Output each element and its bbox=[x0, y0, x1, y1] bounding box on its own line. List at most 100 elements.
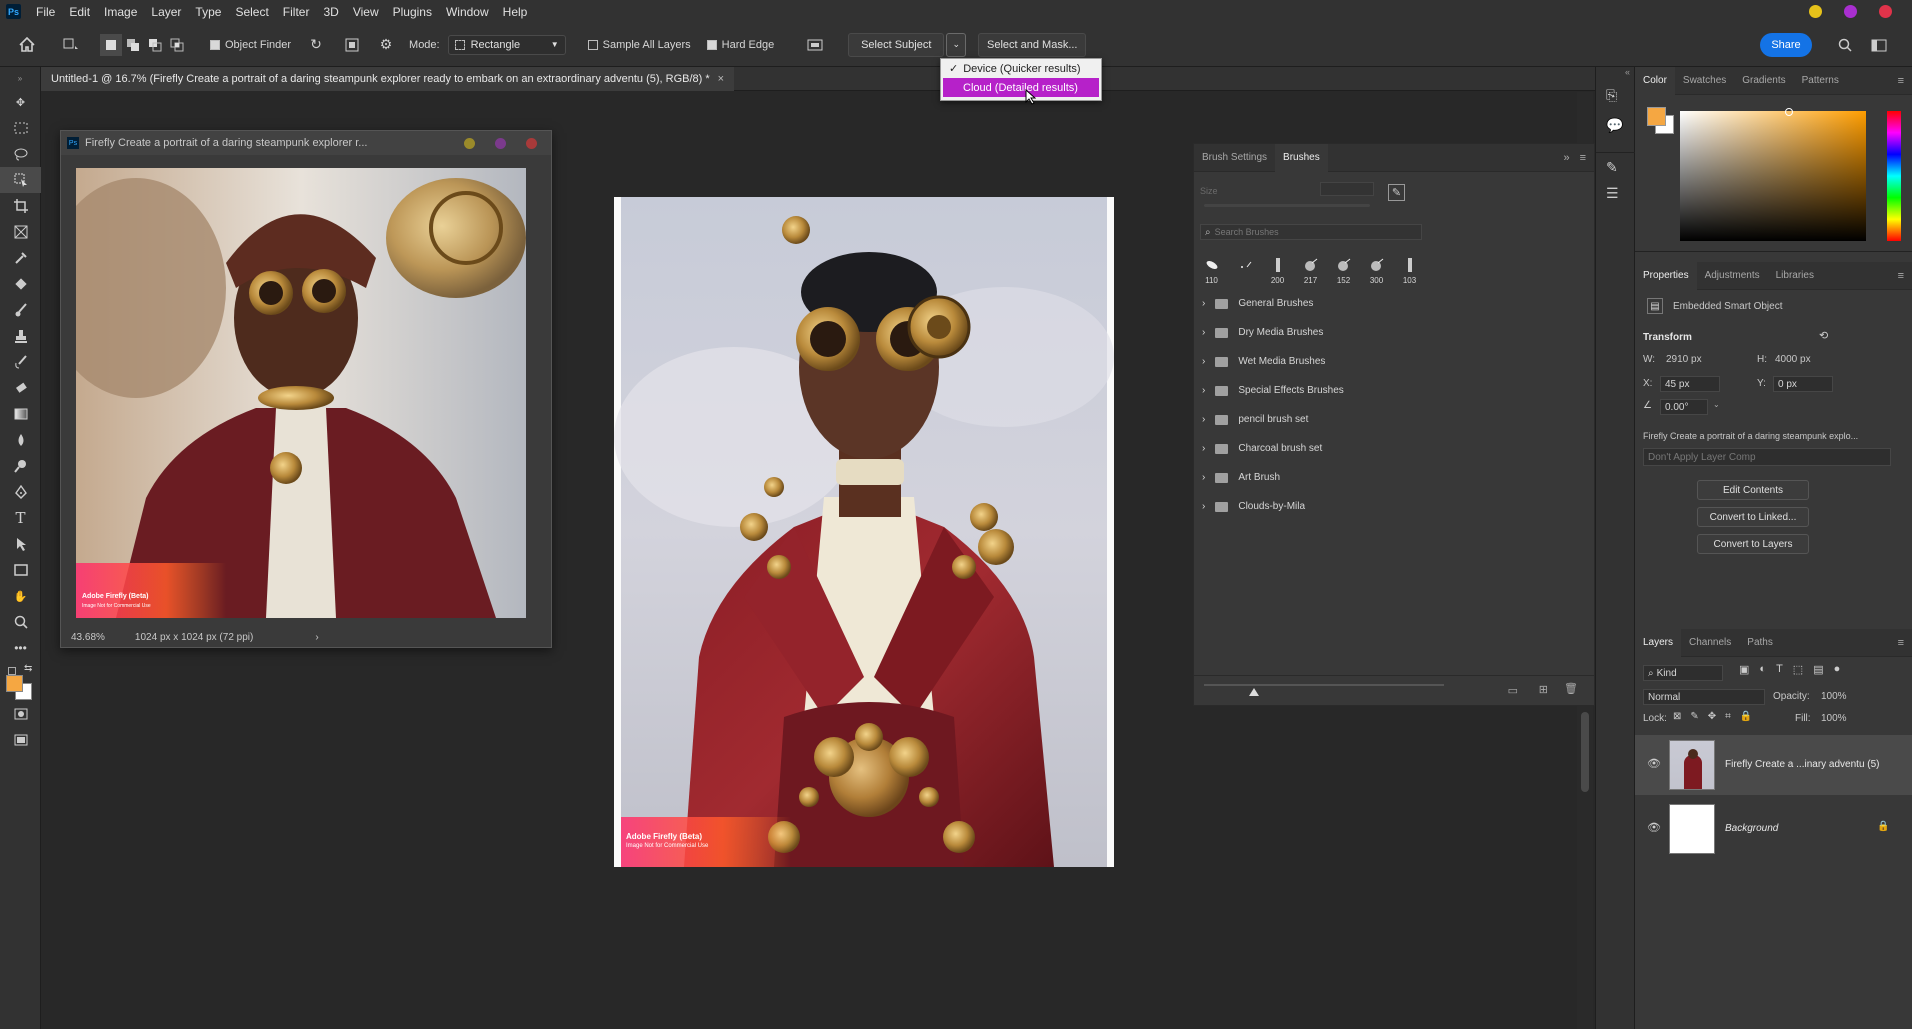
filter-pixel-icon[interactable]: ▣ bbox=[1739, 663, 1749, 676]
collapse-icon[interactable]: » bbox=[0, 67, 40, 89]
brush-preset[interactable] bbox=[1231, 256, 1258, 289]
close-button[interactable] bbox=[1879, 5, 1892, 18]
float-close-button[interactable] bbox=[526, 137, 537, 149]
brush-folder-special-effects[interactable]: › Special Effects Brushes bbox=[1194, 376, 1594, 405]
new-folder-icon[interactable]: ▭ bbox=[1508, 684, 1518, 697]
tab-color[interactable]: Color bbox=[1635, 66, 1675, 95]
lasso-tool-icon[interactable] bbox=[0, 141, 41, 167]
panel-menu-icon[interactable]: ≡ bbox=[1580, 152, 1586, 164]
menu-image[interactable]: Image bbox=[97, 5, 144, 19]
brush-settings-icon[interactable]: ✎ bbox=[1606, 159, 1618, 176]
lock-all-icon[interactable]: 🔒 bbox=[1740, 711, 1752, 722]
close-tab-icon[interactable]: × bbox=[718, 73, 724, 85]
workspace-icon[interactable] bbox=[1868, 34, 1890, 56]
hard-edge-toggle[interactable]: Hard Edge bbox=[706, 39, 774, 51]
select-subject-button[interactable]: Select Subject bbox=[848, 32, 945, 57]
menu-select[interactable]: Select bbox=[228, 5, 275, 19]
x-field[interactable]: 45 px bbox=[1660, 376, 1720, 392]
lock-position-icon[interactable]: ✥ bbox=[1708, 711, 1716, 722]
menu-view[interactable]: View bbox=[346, 5, 386, 19]
tab-adjustments[interactable]: Adjustments bbox=[1697, 262, 1768, 290]
rectangle-tool-icon[interactable] bbox=[0, 557, 41, 583]
intersect-selection-icon[interactable] bbox=[166, 34, 188, 56]
brushes-icon[interactable]: ☰ bbox=[1606, 185, 1619, 202]
blur-tool-icon[interactable] bbox=[0, 427, 41, 453]
fg-color-chip[interactable] bbox=[1647, 107, 1666, 126]
convert-to-layers-button[interactable]: Convert to Layers bbox=[1697, 534, 1809, 554]
menu-plugins[interactable]: Plugins bbox=[386, 5, 439, 19]
size-slider[interactable] bbox=[1204, 204, 1370, 207]
tab-brush-settings[interactable]: Brush Settings bbox=[1194, 144, 1275, 172]
brush-folder-art[interactable]: › Art Brush bbox=[1194, 463, 1594, 492]
filter-toggle-icon[interactable]: ● bbox=[1834, 663, 1841, 676]
tool-preset-icon[interactable] bbox=[60, 34, 82, 56]
quick-mask-icon[interactable] bbox=[0, 701, 41, 727]
tab-layers[interactable]: Layers bbox=[1635, 628, 1682, 657]
brush-folder-dry-media[interactable]: › Dry Media Brushes bbox=[1194, 318, 1594, 347]
chevron-down-icon[interactable]: ⌄ bbox=[1713, 400, 1720, 409]
clone-stamp-icon[interactable] bbox=[0, 323, 41, 349]
document-tab[interactable]: Untitled-1 @ 16.7% (Firefly Create a por… bbox=[41, 67, 735, 91]
h-value[interactable]: 4000 px bbox=[1775, 354, 1811, 365]
add-selection-icon[interactable] bbox=[122, 34, 144, 56]
brush-preset[interactable]: 300 bbox=[1363, 256, 1390, 289]
blend-mode-select[interactable]: Normal bbox=[1643, 689, 1765, 705]
select-and-mask-button[interactable]: Select and Mask... bbox=[978, 32, 1087, 57]
filter-smart-object-icon[interactable]: ▤ bbox=[1813, 663, 1823, 676]
tab-swatches[interactable]: Swatches bbox=[1675, 67, 1734, 95]
brush-preset[interactable]: 200 bbox=[1264, 256, 1291, 289]
gradient-tool-icon[interactable] bbox=[0, 401, 41, 427]
hand-tool-icon[interactable]: ✋ bbox=[0, 583, 41, 609]
menu-filter[interactable]: Filter bbox=[276, 5, 317, 19]
sample-all-layers-checkbox[interactable] bbox=[587, 39, 598, 50]
hard-edge-checkbox[interactable] bbox=[706, 39, 717, 50]
angle-field[interactable]: 0.00° bbox=[1660, 399, 1708, 415]
canvas-document[interactable]: Adobe Firefly (Beta) Image Not for Comme… bbox=[614, 197, 1114, 867]
cloud-option[interactable]: Cloud (Detailed results) bbox=[943, 78, 1099, 97]
panel-menu-icon[interactable]: ≡ bbox=[1898, 75, 1904, 87]
layer-comp-select[interactable]: Don't Apply Layer Comp bbox=[1643, 448, 1891, 466]
search-brushes-input[interactable]: ⌕ Search Brushes bbox=[1200, 224, 1422, 240]
tab-libraries[interactable]: Libraries bbox=[1768, 262, 1822, 290]
minimize-button[interactable] bbox=[1809, 5, 1822, 18]
collapse-panel-icon[interactable]: » bbox=[1563, 152, 1569, 164]
device-option[interactable]: ✓ Device (Quicker results) bbox=[941, 59, 1101, 78]
move-tool-icon[interactable]: ✥ bbox=[0, 89, 41, 115]
menu-layer[interactable]: Layer bbox=[144, 5, 188, 19]
refresh-icon[interactable]: ↻ bbox=[305, 34, 327, 56]
enhance-icon[interactable] bbox=[804, 34, 826, 56]
brush-folder-charcoal[interactable]: › Charcoal brush set bbox=[1194, 434, 1594, 463]
tab-patterns[interactable]: Patterns bbox=[1794, 67, 1847, 95]
tab-brushes[interactable]: Brushes bbox=[1275, 143, 1328, 172]
menu-help[interactable]: Help bbox=[496, 5, 535, 19]
color-picker-handle[interactable] bbox=[1785, 108, 1793, 116]
crop-tool-icon[interactable] bbox=[0, 193, 41, 219]
sample-all-layers-toggle[interactable]: Sample All Layers bbox=[587, 39, 691, 51]
object-finder-checkbox[interactable] bbox=[210, 39, 220, 50]
pen-tool-icon[interactable] bbox=[0, 479, 41, 505]
marquee-tool-icon[interactable] bbox=[0, 115, 41, 141]
visibility-eye-icon[interactable]: 👁 bbox=[1647, 821, 1661, 834]
panel-menu-icon[interactable]: ≡ bbox=[1898, 637, 1904, 649]
more-tools-icon[interactable]: ••• bbox=[0, 635, 41, 661]
filter-adjustment-icon[interactable]: ◐ bbox=[1759, 663, 1766, 676]
menu-type[interactable]: Type bbox=[188, 5, 228, 19]
w-value[interactable]: 2910 px bbox=[1666, 354, 1702, 365]
layer-row[interactable]: 👁 Firefly Create a ...inary adventu (5) bbox=[1635, 735, 1912, 795]
reset-transform-icon[interactable]: ⟲ bbox=[1819, 329, 1828, 342]
float-maximize-button[interactable] bbox=[495, 137, 506, 149]
tab-channels[interactable]: Channels bbox=[1681, 629, 1739, 657]
screen-mode-icon[interactable] bbox=[0, 727, 41, 753]
visibility-eye-icon[interactable]: 👁 bbox=[1647, 757, 1661, 770]
brush-folder-wet-media[interactable]: › Wet Media Brushes bbox=[1194, 347, 1594, 376]
layer-row[interactable]: 👁 Background 🔒 bbox=[1635, 799, 1912, 859]
menu-edit[interactable]: Edit bbox=[62, 5, 97, 19]
tab-gradients[interactable]: Gradients bbox=[1734, 67, 1793, 95]
trash-icon[interactable]: 🗑 bbox=[1564, 682, 1578, 695]
tab-paths[interactable]: Paths bbox=[1739, 629, 1781, 657]
menu-file[interactable]: File bbox=[29, 5, 62, 19]
menu-window[interactable]: Window bbox=[439, 5, 496, 19]
mode-select[interactable]: Rectangle ▼ bbox=[447, 34, 566, 55]
layer-name[interactable]: Background bbox=[1725, 823, 1778, 834]
create-brush-icon[interactable]: ✎ bbox=[1388, 184, 1405, 201]
